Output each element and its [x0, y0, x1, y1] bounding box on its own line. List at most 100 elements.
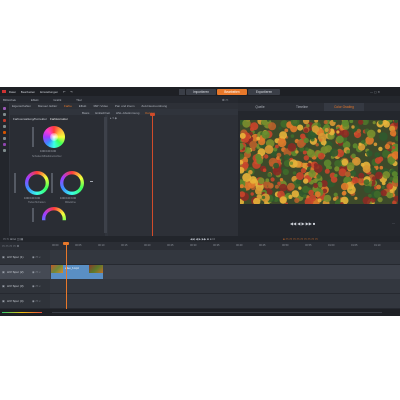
timeline-playhead[interactable] [66, 242, 67, 316]
shadows-color-wheel[interactable] [25, 171, 49, 195]
ruler-tick-label: 00:20 [144, 244, 151, 247]
mode-export-button[interactable]: Exportieren [248, 89, 280, 95]
timeline-track[interactable]: ▣ A/V Spur (2) ◉ ▭ ♪ video_3.mp4 [0, 264, 400, 280]
track-name: A/V Spur (3) [7, 284, 24, 288]
tab-properties[interactable]: Eigenschaften [12, 104, 31, 108]
tab-source[interactable]: Quelle [240, 103, 280, 111]
track-lock-icon[interactable]: ▣ [2, 255, 5, 259]
keyframe-ruler: ▸ ▾ ◆ [110, 116, 117, 120]
timeline-right-tools[interactable]: ● ▭ ▭ ▭ ▭ ▭ ▭ ▭ ▭ ▭ [283, 237, 318, 241]
transport-buttons[interactable]: ◀◀ ◀ ▶ ▶▶ ■ [290, 221, 315, 226]
ruler-tick-label: 00:35 [213, 244, 220, 247]
track-lock-icon[interactable]: ▣ [2, 270, 5, 274]
ruler-tick-label: 00:25 [167, 244, 174, 247]
section-tab[interactable]: Farbkorrektur [50, 117, 68, 121]
ruler-tick-label: 00:30 [190, 244, 197, 247]
tab-effect[interactable]: Effekt [79, 104, 87, 108]
autumn-forest-image [240, 120, 398, 204]
shadows-slider[interactable] [14, 173, 16, 193]
menu-item-file[interactable]: Datei [9, 90, 16, 94]
track-controls[interactable]: ◉ ▭ ♪ [32, 284, 41, 288]
tab-timeline[interactable]: Timeline [282, 103, 322, 111]
tool-icon-5[interactable] [3, 131, 6, 134]
tab-time-remap[interactable]: Zeit-Neuzuordnung [141, 104, 167, 108]
tab-titles[interactable]: Titel [76, 98, 82, 102]
video-preview[interactable] [240, 120, 398, 204]
shadows-label: Tiefen/Schatten [28, 201, 46, 204]
window-controls[interactable]: — ▢ ✕ [370, 90, 380, 94]
tool-icon-6[interactable] [3, 137, 6, 140]
tab-color-grading[interactable]: Color Grading [324, 103, 364, 111]
expand-icon[interactable]: ▬ [90, 179, 93, 183]
main-color-wheel[interactable] [43, 126, 65, 148]
midtones-color-wheel[interactable] [60, 171, 84, 195]
track-header[interactable]: ▣ A/V Spur (1) ◉ ▭ ♪ [0, 250, 50, 264]
tab-pan-zoom[interactable]: Pan und Zoom [115, 104, 135, 108]
timeline-tools[interactable]: ▭ ✂ ⊞ ⊟ ◫ ▤ [3, 237, 23, 241]
subtab-basic[interactable]: Basis [82, 111, 89, 115]
timeline-transport[interactable]: ◀◀ ◀ ▶ ▶▶ ■ ● ⊡ [190, 237, 215, 241]
tool-icon-4[interactable] [3, 125, 6, 128]
ruler-tick-label: 00:10 [98, 244, 105, 247]
color-correction-panel: Farbverwaltung/Korrektur Farbkorrektur 0… [10, 115, 105, 236]
menu-item-settings[interactable]: Einstellungen [40, 90, 58, 94]
track-controls[interactable]: ◉ ▭ ♪ [32, 270, 41, 274]
panel-scrollbar[interactable] [104, 117, 107, 233]
track-controls[interactable]: ◉ ▭ ♪ [32, 299, 41, 303]
section-title: Farbverwaltung/Korrektur [13, 117, 47, 121]
track-lock-icon[interactable]: ▣ [2, 299, 5, 303]
ruler-tick-label: 00:05 [75, 244, 82, 247]
track-header[interactable]: ▣ A/V Spur (3) ◉ ▭ ♪ [0, 279, 50, 293]
track-name: A/V Spur (1) [7, 255, 24, 259]
subtab-hsl[interactable]: HSL-Abstimmung [116, 111, 140, 115]
clip-thumbnail [51, 264, 63, 273]
ruler-tick-label: 01:05 [351, 244, 358, 247]
ruler-tick-label: 00:50 [282, 244, 289, 247]
midtones-slider[interactable] [51, 173, 53, 193]
tool-icon-7[interactable] [3, 143, 6, 146]
track-name: A/V Spur (4) [7, 298, 24, 303]
tool-icon-1[interactable] [3, 107, 6, 110]
mode-edit-button[interactable]: Bearbeiten [217, 89, 247, 95]
tab-graphics[interactable]: Grafik [53, 98, 61, 102]
subtab-simple[interactable]: Einfachheit [95, 111, 110, 115]
keyframe-playhead[interactable] [152, 115, 153, 236]
video-clip[interactable]: video_3.mp4 [51, 264, 103, 279]
timeline-scrollbar[interactable] [52, 312, 382, 314]
tab-effects[interactable]: Effekt [31, 98, 39, 102]
tab-color[interactable]: Farbe [64, 104, 72, 108]
keyframe-area: ▸ ▾ ◆ [108, 115, 238, 236]
undo-icon[interactable]: ↶ [63, 90, 66, 94]
ruler-tick-label: 00:40 [236, 244, 243, 247]
keyframe-playhead-handle[interactable] [150, 113, 155, 116]
timeline-track[interactable]: ▣ A/V Spur (4) ◉ ▭ ♪ [0, 293, 400, 309]
highlights-color-wheel[interactable] [42, 207, 66, 221]
menu-item-edit[interactable]: Bearbeiten [21, 90, 36, 94]
sub-tabs: Basis Einfachheit HSL-Abstimmung Kurven [82, 111, 155, 115]
tab-360-video[interactable]: 360°-Video [93, 104, 108, 108]
timeline-track[interactable]: ▣ A/V Spur (3) ◉ ▭ ♪ [0, 279, 400, 294]
tool-icon-2[interactable] [3, 113, 6, 116]
highlights-slider[interactable] [32, 208, 34, 222]
home-button[interactable] [179, 89, 185, 95]
timeline-ruler[interactable]: ▭ ▭ ▭ ▭ ⚙ 00:00 00:05 00:10 00:15 00:20 00:25… [0, 242, 400, 250]
tab-library[interactable]: Bibliothek [3, 98, 16, 102]
track-lock-icon[interactable]: ▣ [2, 284, 5, 288]
track-header[interactable]: ▣ A/V Spur (2) ◉ ▭ ♪ [0, 264, 50, 279]
playhead-handle[interactable] [63, 242, 69, 245]
clip-label: video_3.mp4 [65, 266, 79, 270]
redo-icon[interactable]: ↷ [70, 90, 73, 94]
track-controls[interactable]: ◉ ▭ ♪ [32, 255, 41, 259]
clip-thumbnail [89, 264, 103, 273]
main-wheel-values: 0.00 0.00 0.00 [40, 150, 56, 153]
tab-manual-editor[interactable]: Manuel. Editor [38, 104, 57, 108]
main-wheel-label: Schatten/Mitteltöne/Lichter [32, 155, 62, 158]
mode-import-button[interactable]: Importieren [186, 89, 216, 95]
tool-icon-8[interactable] [3, 149, 6, 152]
main-wheel-slider[interactable] [32, 127, 34, 147]
timeline-track[interactable]: ▣ A/V Spur (1) ◉ ▭ ♪ [0, 250, 400, 265]
monitor-menu-icon[interactable]: ⋯ [392, 221, 395, 225]
panel-options-icon[interactable]: ⚙ ▭ [222, 98, 228, 102]
track-header[interactable]: ▣ A/V Spur (4) ◉ ▭ ♪ [0, 293, 50, 308]
tool-icon-3[interactable] [3, 119, 6, 122]
